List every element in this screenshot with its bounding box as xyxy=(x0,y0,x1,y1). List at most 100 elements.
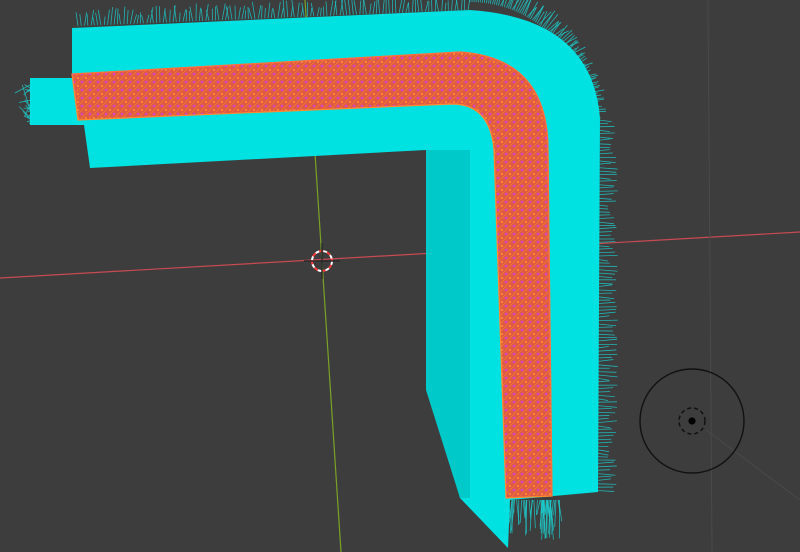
normal-hair xyxy=(80,14,81,26)
normal-hair xyxy=(348,0,350,15)
normal-hair xyxy=(107,10,109,25)
normal-hair xyxy=(291,6,293,17)
normal-hair xyxy=(127,10,128,24)
normal-hair xyxy=(598,248,613,249)
normal-hair xyxy=(598,161,616,163)
normal-hair xyxy=(130,10,133,24)
normal-hair xyxy=(217,5,219,20)
normal-hair xyxy=(376,0,377,14)
normal-hair xyxy=(598,191,618,192)
normal-hair xyxy=(119,14,121,24)
normal-hair xyxy=(378,0,379,14)
view-navigation-gizmo[interactable] xyxy=(640,369,744,473)
normal-hair xyxy=(134,14,137,23)
normal-hair xyxy=(598,270,617,272)
normal-hair xyxy=(76,12,78,26)
normal-hair xyxy=(598,421,617,423)
3d-cursor[interactable] xyxy=(304,243,340,279)
normal-hair xyxy=(598,218,614,219)
normal-hair xyxy=(598,178,610,179)
normal-hair xyxy=(598,484,616,485)
normal-hair xyxy=(598,442,612,443)
normal-hair xyxy=(598,412,615,413)
normal-hair xyxy=(373,1,375,14)
normal-hair xyxy=(598,466,617,467)
normal-hair xyxy=(326,1,327,15)
normal-hair xyxy=(598,273,615,274)
normal-hair xyxy=(598,316,609,317)
normal-hair xyxy=(598,334,615,335)
normal-hair xyxy=(598,171,616,172)
normal-hair xyxy=(598,365,618,367)
normal-hair xyxy=(114,9,116,25)
normal-hair xyxy=(520,500,522,523)
normal-hair xyxy=(273,9,274,18)
normal-hair xyxy=(399,0,402,13)
normal-hair xyxy=(598,479,611,481)
3d-viewport[interactable] xyxy=(0,0,800,552)
normal-hair xyxy=(598,381,610,382)
normal-hair xyxy=(425,1,428,12)
normal-hair xyxy=(87,14,88,25)
normal-hair xyxy=(190,7,193,22)
normal-hair xyxy=(165,10,167,23)
normal-hair xyxy=(262,6,263,19)
normal-hair xyxy=(271,8,272,18)
normal-hair xyxy=(183,9,186,21)
viewport-canvas[interactable] xyxy=(0,0,800,552)
normal-hair xyxy=(321,8,322,16)
normal-hair xyxy=(598,375,617,377)
normal-hair xyxy=(598,290,616,291)
normal-hair xyxy=(452,0,453,11)
normal-hair xyxy=(159,6,160,22)
normal-hair xyxy=(598,339,617,341)
normal-hair xyxy=(417,0,419,12)
normal-hair xyxy=(421,0,422,12)
normal-hair xyxy=(598,259,608,261)
normal-hair xyxy=(598,388,613,389)
normal-hair xyxy=(534,500,536,528)
normal-hair xyxy=(598,231,612,232)
normal-hair xyxy=(598,168,618,169)
normal-hair xyxy=(534,5,544,21)
normal-hair xyxy=(461,0,462,10)
normal-hair xyxy=(476,0,477,2)
normal-hair xyxy=(598,187,613,188)
normal-hair xyxy=(598,222,614,224)
normal-hair xyxy=(258,5,261,18)
normal-hair xyxy=(598,350,616,351)
normal-hair xyxy=(406,3,409,13)
normal-hair xyxy=(598,470,610,471)
normal-hair xyxy=(598,450,609,452)
normal-hair xyxy=(598,395,615,396)
normal-hair xyxy=(268,3,270,19)
normal-hair xyxy=(598,474,615,476)
normal-hair xyxy=(383,0,384,13)
normal-hair xyxy=(117,8,118,24)
normal-hair xyxy=(598,163,611,164)
normal-hair xyxy=(598,227,616,228)
normal-hair xyxy=(598,378,609,380)
normal-hair xyxy=(249,8,252,19)
normal-hair xyxy=(174,6,176,22)
normal-hair xyxy=(474,0,475,2)
normal-hair xyxy=(317,7,319,16)
normal-hair xyxy=(402,0,405,13)
normal-hair xyxy=(395,0,396,13)
normal-hair xyxy=(598,399,608,401)
normal-hair xyxy=(480,0,481,2)
normal-hair xyxy=(142,15,144,23)
normal-hair xyxy=(598,137,613,139)
normal-hair xyxy=(598,462,614,463)
normal-hair xyxy=(598,212,610,213)
normal-hair xyxy=(265,8,266,18)
normal-hair xyxy=(598,357,612,358)
normal-hair xyxy=(330,0,333,15)
normal-hair xyxy=(598,194,614,195)
normal-hair xyxy=(598,198,612,199)
normal-hair xyxy=(199,8,200,21)
normal-hair xyxy=(598,312,616,314)
normal-hair xyxy=(124,7,125,24)
normal-hair xyxy=(598,120,611,122)
normal-hair xyxy=(147,15,149,23)
